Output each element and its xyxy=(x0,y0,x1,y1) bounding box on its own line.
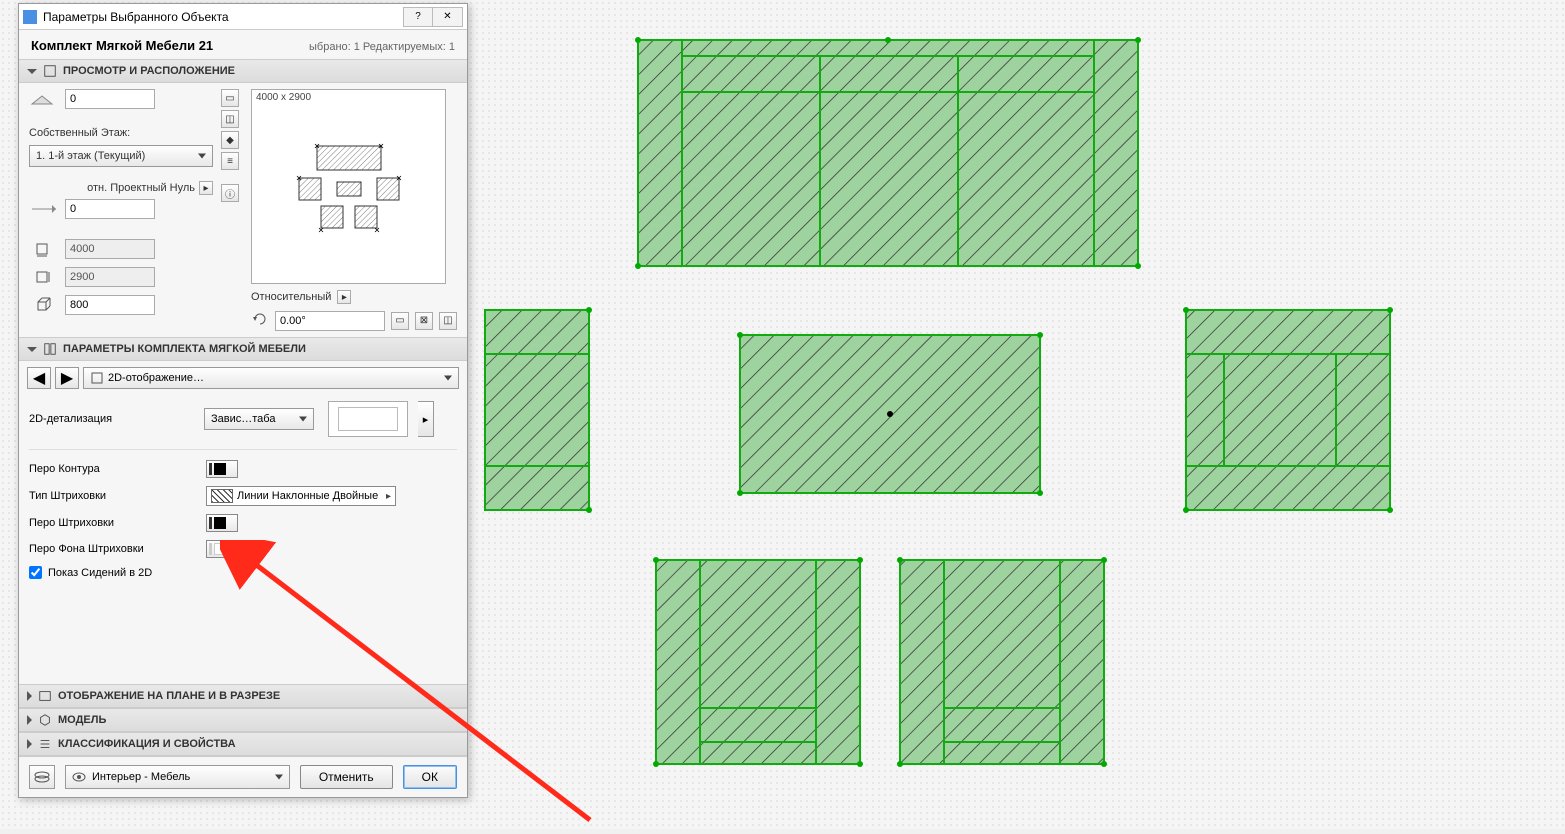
show-seats-checkbox[interactable] xyxy=(29,566,42,579)
chevron-down-icon xyxy=(27,69,37,74)
dim-x-input[interactable] xyxy=(65,239,155,259)
preview-mode-info[interactable]: ⓘ xyxy=(221,184,239,202)
relative-label: Относительный xyxy=(251,291,331,303)
preview-dimensions-label: 4000 x 2900 xyxy=(256,92,311,103)
relative-flyout[interactable]: ▸ xyxy=(337,290,351,304)
show-seats-label: Показ Сидений в 2D xyxy=(48,567,152,579)
rotate-icon xyxy=(251,310,269,331)
dim-y-icon xyxy=(29,267,59,287)
section-preview-title: ПРОСМОТР И РАСПОЛОЖЕНИЕ xyxy=(63,65,235,77)
armchair-bottom-right xyxy=(897,557,1107,767)
ok-button[interactable]: ОК xyxy=(403,765,457,789)
object-preview[interactable]: 4000 x 2900 xyxy=(251,89,446,284)
section-params-title: ПАРАМЕТРЫ КОМПЛЕКТА МЯГКОЙ МЕБЕЛИ xyxy=(63,343,306,355)
armchair-left xyxy=(485,307,592,513)
section-classification-header[interactable]: КЛАССИФИКАЦИЯ И СВОЙСТВА xyxy=(19,732,467,756)
chevron-right-icon xyxy=(27,739,32,749)
classification-section-icon xyxy=(38,737,52,751)
chevron-right-icon xyxy=(27,715,32,725)
armchair-bottom-left xyxy=(653,557,863,767)
own-floor-label: Собственный Этаж: xyxy=(29,127,213,139)
detail-dropdown[interactable]: Завис…таба xyxy=(204,408,314,430)
detail-preview-next[interactable]: ▸ xyxy=(418,401,434,437)
hatch-type-picker[interactable]: Линии Наклонные Двойные xyxy=(206,486,396,506)
preview-mode-3d[interactable]: ◆ xyxy=(221,131,239,149)
detail-preview[interactable] xyxy=(328,401,408,437)
hatch-swatch-icon xyxy=(211,489,233,503)
chevron-right-icon xyxy=(27,691,32,701)
project-zero-label: отн. Проектный Нуль xyxy=(87,182,195,194)
page-dropdown[interactable]: 2D-отображение… xyxy=(83,367,459,389)
preview-mode-axon[interactable]: ◫ xyxy=(221,110,239,128)
cancel-button[interactable]: Отменить xyxy=(300,765,393,789)
section-preview-header[interactable]: ПРОСМОТР И РАСПОЛОЖЕНИЕ xyxy=(19,59,467,83)
window-close-button[interactable]: ✕ xyxy=(433,7,463,27)
window-title: Параметры Выбранного Объекта xyxy=(43,10,403,24)
object-settings-dialog: Параметры Выбранного Объекта ? ✕ Комплек… xyxy=(18,3,468,798)
params-section-icon xyxy=(43,342,57,356)
preview-mode-side[interactable]: ≡ xyxy=(221,152,239,170)
section-classification-title: КЛАССИФИКАЦИЯ И СВОЙСТВА xyxy=(58,738,236,750)
section-plan-title: ОТОБРАЖЕНИЕ НА ПЛАНЕ И В РАЗРЕЗЕ xyxy=(58,690,280,702)
contour-pen-label: Перо Контура xyxy=(29,463,194,475)
dim-x-icon xyxy=(29,239,59,259)
angle-input[interactable] xyxy=(275,311,385,331)
dim-z-icon xyxy=(29,295,59,315)
sofa-top xyxy=(635,37,1141,269)
section-model-header[interactable]: МОДЕЛЬ xyxy=(19,708,467,732)
detail-label: 2D-детализация xyxy=(29,413,194,425)
app-icon xyxy=(23,10,37,24)
page-prev-button[interactable]: ◀ xyxy=(27,367,51,389)
project-zero-icon xyxy=(29,199,59,219)
object-name: Комплект Мягкой Мебели 21 xyxy=(31,38,213,53)
layer-icon[interactable] xyxy=(29,765,55,789)
section-plan-header[interactable]: ОТОБРАЖЕНИЕ НА ПЛАНЕ И В РАЗРЕЗЕ xyxy=(19,684,467,708)
project-zero-input[interactable] xyxy=(65,199,155,219)
section-model-title: МОДЕЛЬ xyxy=(58,714,106,726)
selection-count: ыбрано: 1 Редактируемых: 1 xyxy=(309,41,455,53)
preview-mode-2d[interactable]: ▭ xyxy=(221,89,239,107)
hatch-bg-pen-picker[interactable] xyxy=(206,540,238,558)
elevation-icon xyxy=(29,89,59,109)
plan-section-icon xyxy=(38,689,52,703)
eye-icon xyxy=(72,772,86,782)
layer-dropdown[interactable]: Интерьер - Мебель xyxy=(65,765,290,789)
titlebar[interactable]: Параметры Выбранного Объекта ? ✕ xyxy=(19,4,467,30)
hatch-bg-pen-label: Перо Фона Штриховки xyxy=(29,543,194,555)
hatch-type-label: Тип Штриховки xyxy=(29,490,194,502)
model-section-icon xyxy=(38,713,52,727)
mirror-x-button[interactable]: ▭ xyxy=(391,312,409,330)
hatch-pen-label: Перо Штриховки xyxy=(29,517,194,529)
window-help-button[interactable]: ? xyxy=(403,7,433,27)
section-params-header[interactable]: ПАРАМЕТРЫ КОМПЛЕКТА МЯГКОЙ МЕБЕЛИ xyxy=(19,337,467,361)
mirror-x-off-button[interactable]: ⊠ xyxy=(415,312,433,330)
elevation-top-input[interactable] xyxy=(65,89,155,109)
project-zero-flyout[interactable]: ▸ xyxy=(199,181,213,195)
chevron-down-icon xyxy=(27,347,37,352)
dim-z-input[interactable] xyxy=(65,295,155,315)
mirror-y-button[interactable]: ◫ xyxy=(439,312,457,330)
dim-y-input[interactable] xyxy=(65,267,155,287)
hatch-pen-picker[interactable] xyxy=(206,514,238,532)
armchair-right xyxy=(1183,307,1393,513)
coffee-table xyxy=(737,332,1043,496)
page-icon xyxy=(90,371,104,385)
own-floor-dropdown[interactable]: 1. 1-й этаж (Текущий) xyxy=(29,145,213,167)
contour-pen-picker[interactable] xyxy=(206,460,238,478)
preview-section-icon xyxy=(43,64,57,78)
page-next-button[interactable]: ▶ xyxy=(55,367,79,389)
